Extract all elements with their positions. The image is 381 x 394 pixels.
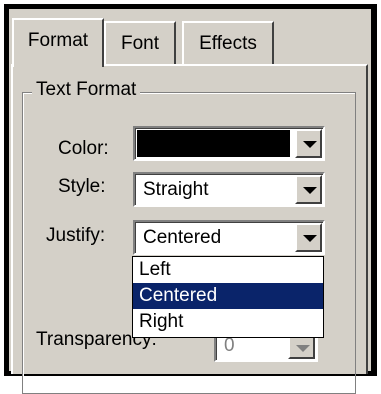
color-swatch <box>137 130 290 157</box>
tab-effects[interactable]: Effects <box>182 21 274 64</box>
list-item[interactable]: Left <box>133 257 323 283</box>
tab-font-label: Font <box>120 33 160 54</box>
list-item[interactable]: Centered <box>133 283 323 309</box>
style-dropdown-arrow-icon[interactable] <box>295 175 322 204</box>
color-dropdown-arrow-icon[interactable] <box>295 129 322 158</box>
justify-options-list[interactable]: Left Centered Right <box>132 256 324 338</box>
tab-effects-label: Effects <box>199 33 257 54</box>
list-item[interactable]: Right <box>133 309 323 335</box>
text-format-group-title: Text Format <box>32 78 141 102</box>
style-dropdown[interactable]: Straight <box>133 172 325 207</box>
justify-label: Justify: <box>46 225 106 246</box>
justify-dropdown-arrow-icon[interactable] <box>295 223 322 252</box>
style-value: Straight <box>143 179 209 200</box>
justify-dropdown[interactable]: Centered <box>133 220 325 255</box>
justify-value: Centered <box>143 227 222 248</box>
color-dropdown[interactable] <box>133 126 325 161</box>
style-label: Style: <box>58 176 106 197</box>
color-label: Color: <box>58 138 109 159</box>
tab-font[interactable]: Font <box>104 21 176 64</box>
tab-format[interactable]: Format <box>12 18 104 67</box>
tab-format-label: Format <box>27 30 89 51</box>
